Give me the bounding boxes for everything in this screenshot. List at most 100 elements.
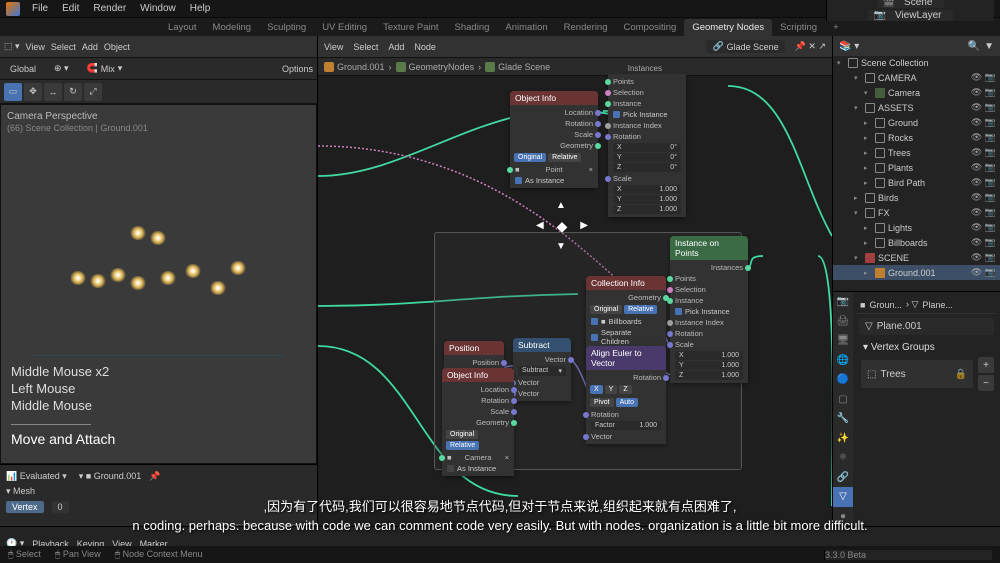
3d-viewport[interactable]: Camera Perspective (66) Scene Collection… bbox=[0, 104, 317, 464]
ptab-output[interactable]: 🖨 bbox=[833, 312, 853, 332]
outliner-item[interactable]: ▾ FX 👁 📷 bbox=[833, 205, 1000, 220]
ne-select[interactable]: Select bbox=[353, 42, 378, 52]
outliner-mode-icon[interactable]: 📚 ▾ bbox=[839, 41, 859, 52]
outliner-item[interactable]: ▾ CAMERA 👁 📷 bbox=[833, 70, 1000, 85]
property-tabs[interactable]: 📷 🖨 🖥 🌐 🔵 ▢ 🔧 ✨ ⚛ 🔗 ▽ ● bbox=[833, 292, 853, 526]
ws-scripting[interactable]: Scripting bbox=[772, 19, 825, 36]
orientation-selector[interactable]: Global bbox=[4, 63, 42, 75]
ptab-constraint[interactable]: 🔗 bbox=[833, 468, 853, 488]
menu-edit[interactable]: Edit bbox=[56, 3, 85, 14]
ptab-modifier[interactable]: 🔧 bbox=[833, 409, 853, 429]
node-align-euler[interactable]: Align Euler to Vector Rotation XYZ Pivot… bbox=[586, 346, 666, 444]
outliner-item[interactable]: ▾ SCENE 👁 📷 bbox=[833, 250, 1000, 265]
outliner-item[interactable]: ▸ Birds 👁 📷 bbox=[833, 190, 1000, 205]
search-icon[interactable]: 🔍 bbox=[968, 41, 980, 52]
tool-move[interactable]: ↔ bbox=[44, 83, 62, 101]
ne-add[interactable]: Add bbox=[388, 42, 404, 52]
ne-view[interactable]: View bbox=[324, 42, 343, 52]
scene-selector[interactable]: 🎬 Scene bbox=[877, 0, 945, 8]
node-group-name[interactable]: 🔗 Glade Scene bbox=[706, 40, 784, 53]
tool-cursor[interactable]: ✥ bbox=[24, 83, 42, 101]
tool-header: ▭ ✥ ↔ ↻ ⤢ bbox=[0, 80, 317, 104]
scene-collection[interactable]: ▾ Scene Collection bbox=[833, 56, 1000, 70]
ws-sculpting[interactable]: Sculpting bbox=[259, 19, 314, 36]
menu-file[interactable]: File bbox=[26, 3, 54, 14]
vg-item[interactable]: ⬚ Trees 🔒 bbox=[861, 360, 973, 388]
tool-scale[interactable]: ⤢ bbox=[84, 83, 102, 101]
node-editor[interactable]: View Select Add Node 🔗 Glade Scene 📌 ✕ ↗… bbox=[318, 36, 832, 526]
node-object-info-top[interactable]: Object Info Location Rotation Scale Geom… bbox=[510, 91, 598, 188]
options-dropdown[interactable]: Options bbox=[282, 64, 313, 74]
ss-eval[interactable]: 📊 Evaluated ▾ bbox=[6, 471, 67, 482]
blender-logo-icon bbox=[6, 2, 20, 16]
node-position[interactable]: Position Position bbox=[444, 341, 504, 370]
ws-texture[interactable]: Texture Paint bbox=[375, 19, 446, 36]
vh-add[interactable]: Add bbox=[82, 42, 98, 52]
tool-select-box[interactable]: ▭ bbox=[4, 83, 22, 101]
vertex-groups-section[interactable]: ▾ Vertex Groups bbox=[857, 338, 996, 357]
vh-view[interactable]: View bbox=[26, 42, 45, 52]
ptab-world[interactable]: 🔵 bbox=[833, 370, 853, 390]
node-subtract[interactable]: Subtract Vector Subtract▾ Vector Vector bbox=[513, 338, 571, 401]
viewport-header-2: Global ⊕ ▾ 🧲 Mix ▾ Options bbox=[0, 58, 317, 80]
node-instance-bottom[interactable]: Instance on Points Instances Points Sele… bbox=[670, 236, 748, 383]
vg-remove-button[interactable]: − bbox=[978, 375, 994, 391]
ws-rendering[interactable]: Rendering bbox=[556, 19, 616, 36]
bc-obj[interactable]: Ground.001 bbox=[324, 62, 385, 72]
ptab-object[interactable]: ▢ bbox=[833, 390, 853, 410]
vg-add-button[interactable]: + bbox=[978, 357, 994, 373]
editor-type-icon[interactable]: ⬚ ▾ bbox=[4, 41, 20, 52]
outliner-item[interactable]: ▾ ASSETS 👁 📷 bbox=[833, 100, 1000, 115]
ws-modeling[interactable]: Modeling bbox=[205, 19, 260, 36]
outliner-item[interactable]: ▸ Bird Path 👁 📷 bbox=[833, 175, 1000, 190]
ws-shading[interactable]: Shading bbox=[447, 19, 498, 36]
spreadsheet-panel: 📊 Evaluated ▾ ▾ ■ Ground.001 📌 ▾ Mesh Ve… bbox=[0, 464, 317, 526]
ptab-particle[interactable]: ✨ bbox=[833, 429, 853, 449]
outliner-item[interactable]: ▾ Camera 👁 📷 bbox=[833, 85, 1000, 100]
bc-group[interactable]: Glade Scene bbox=[485, 62, 550, 72]
outliner[interactable]: ▾ Scene Collection ▾ CAMERA 👁 📷 ▾ Camera… bbox=[833, 56, 1000, 291]
outliner-item[interactable]: ▸ Plants 👁 📷 bbox=[833, 160, 1000, 175]
outliner-header: 📚 ▾ 🔍 ▼ bbox=[833, 36, 1000, 56]
pin-icon[interactable]: 📌 bbox=[149, 471, 160, 482]
node-object-info-bottom[interactable]: Object Info Location Rotation Scale Geom… bbox=[442, 368, 514, 476]
status-pan: 🖱 Pan View bbox=[55, 549, 101, 560]
menu-render[interactable]: Render bbox=[87, 3, 132, 14]
main-menubar[interactable]: File Edit Render Window Help 🎬 Scene 📷 V… bbox=[0, 0, 1000, 18]
bc-mod[interactable]: GeometryNodes bbox=[396, 62, 475, 72]
outliner-item[interactable]: ▸ Rocks 👁 📷 bbox=[833, 130, 1000, 145]
pivot-selector[interactable]: ⊕ ▾ bbox=[48, 62, 75, 75]
ptab-physics[interactable]: ⚛ bbox=[833, 448, 853, 468]
menu-window[interactable]: Window bbox=[134, 3, 182, 14]
menu-help[interactable]: Help bbox=[184, 3, 217, 14]
vh-object[interactable]: Object bbox=[104, 42, 130, 52]
ss-obj[interactable]: ▾ ■ Ground.001 bbox=[79, 471, 142, 482]
ne-node[interactable]: Node bbox=[414, 42, 436, 52]
outliner-item[interactable]: ▸ Ground.001 👁 📷 bbox=[833, 265, 1000, 280]
ws-uv[interactable]: UV Editing bbox=[314, 19, 375, 36]
property-breadcrumb[interactable]: ■ Groun... › ▽ Plane... bbox=[857, 296, 996, 314]
filter-icon[interactable]: ▼ bbox=[984, 41, 994, 52]
ptab-render[interactable]: 📷 bbox=[833, 292, 853, 312]
vh-select[interactable]: Select bbox=[51, 42, 76, 52]
ws-layout[interactable]: Layout bbox=[160, 19, 205, 36]
ptab-scene[interactable]: 🌐 bbox=[833, 351, 853, 371]
tool-rotate[interactable]: ↻ bbox=[64, 83, 82, 101]
mesh-name-field[interactable]: ▽ Plane.001 bbox=[859, 318, 994, 335]
ws-compositing[interactable]: Compositing bbox=[616, 19, 685, 36]
workspace-tabs[interactable]: Layout Modeling Sculpting UV Editing Tex… bbox=[0, 18, 1000, 36]
snap-selector[interactable]: 🧲 Mix ▾ bbox=[81, 62, 129, 75]
subtitle-en: n coding. perhaps. because with code we … bbox=[0, 518, 1000, 533]
outliner-item[interactable]: ▸ Billboards 👁 📷 bbox=[833, 235, 1000, 250]
node-instance-top[interactable]: Points Selection Instance Pick Instance … bbox=[608, 74, 686, 217]
outliner-item[interactable]: ▸ Ground 👁 📷 bbox=[833, 115, 1000, 130]
pin-icon[interactable]: 📌 ✕ ↗ bbox=[795, 41, 826, 52]
outliner-item[interactable]: ▸ Lights 👁 📷 bbox=[833, 220, 1000, 235]
move-cursor-icon: ▲▼▶◀ bbox=[542, 206, 582, 246]
ws-add[interactable]: + bbox=[825, 19, 847, 36]
ws-animation[interactable]: Animation bbox=[497, 19, 555, 36]
viewlayer-selector[interactable]: 📷 ViewLayer bbox=[868, 10, 954, 21]
ptab-view[interactable]: 🖥 bbox=[833, 331, 853, 351]
outliner-item[interactable]: ▸ Trees 👁 📷 bbox=[833, 145, 1000, 160]
ws-geonodes[interactable]: Geometry Nodes bbox=[684, 19, 772, 36]
